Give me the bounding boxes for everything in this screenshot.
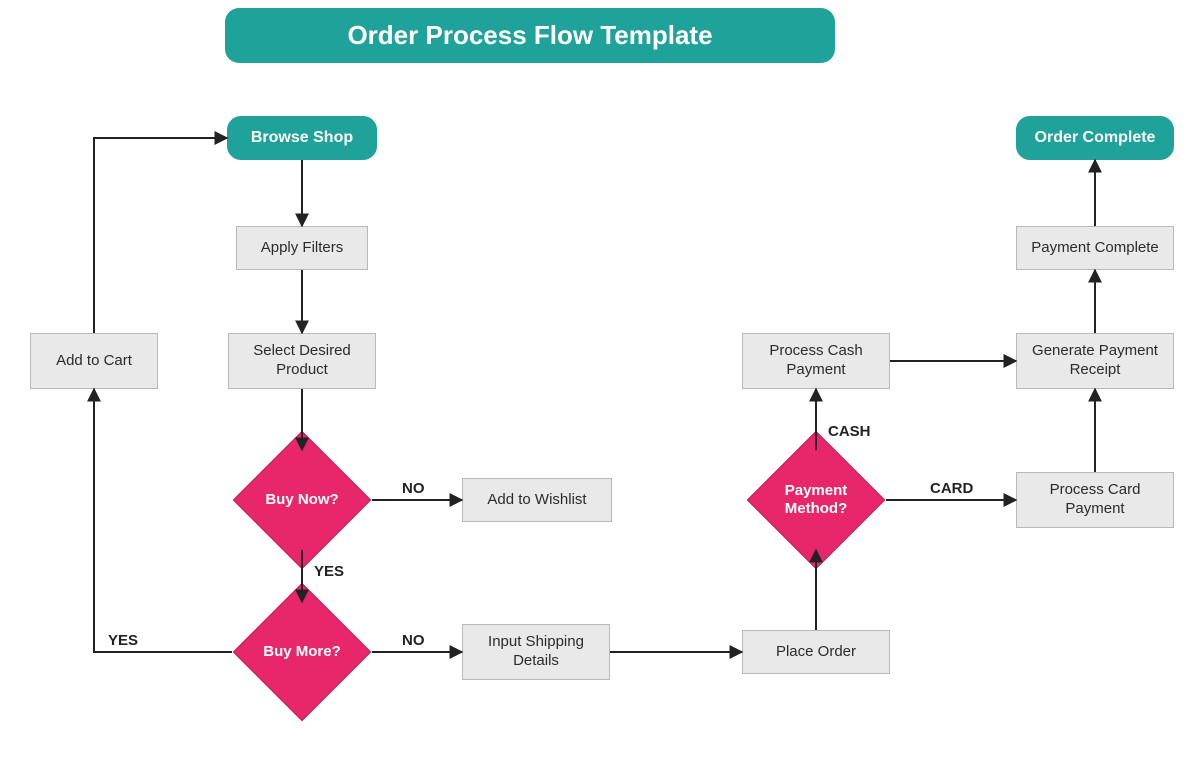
label: Select Desired Product [237, 342, 367, 380]
node-buy-now: Buy Now? [232, 450, 372, 550]
label: Add to Wishlist [487, 491, 586, 510]
label: Buy Now? [265, 491, 338, 509]
node-input-shipping: Input Shipping Details [462, 624, 610, 680]
node-order-complete: Order Complete [1016, 116, 1174, 160]
label: Process Cash Payment [751, 342, 881, 380]
edge-label-buy-now-no: NO [402, 480, 425, 497]
node-process-cash: Process Cash Payment [742, 333, 890, 389]
label: Process Card Payment [1025, 481, 1165, 519]
node-process-card: Process Card Payment [1016, 472, 1174, 528]
label: Place Order [776, 643, 856, 662]
edge-label-buy-more-yes: YES [108, 632, 138, 649]
node-generate-receipt: Generate Payment Receipt [1016, 333, 1174, 389]
label: Input Shipping Details [471, 633, 601, 671]
edge-label-buy-more-no: NO [402, 632, 425, 649]
edge-label-payment-card: CARD [930, 480, 973, 497]
node-payment-method: Payment Method? [746, 450, 886, 550]
label: Payment Complete [1031, 239, 1159, 258]
node-add-wishlist: Add to Wishlist [462, 478, 612, 522]
flowchart-canvas: Order Process Flow Template Browse Shop … [0, 0, 1200, 769]
label: Generate Payment Receipt [1025, 342, 1165, 380]
node-payment-complete: Payment Complete [1016, 226, 1174, 270]
node-apply-filters: Apply Filters [236, 226, 368, 270]
edge-label-payment-cash: CASH [828, 423, 871, 440]
label: Order Complete [1035, 129, 1156, 147]
diagram-title: Order Process Flow Template [225, 8, 835, 63]
edge-label-buy-now-yes: YES [314, 563, 344, 580]
label: Browse Shop [251, 129, 353, 147]
node-place-order: Place Order [742, 630, 890, 674]
title-text: Order Process Flow Template [347, 20, 712, 50]
label: Apply Filters [261, 239, 344, 258]
node-select-product: Select Desired Product [228, 333, 376, 389]
label: Buy More? [263, 643, 341, 661]
label: Payment Method? [764, 482, 868, 518]
node-add-cart: Add to Cart [30, 333, 158, 389]
label: Add to Cart [56, 352, 132, 371]
node-browse-shop: Browse Shop [227, 116, 377, 160]
node-buy-more: Buy More? [232, 602, 372, 702]
